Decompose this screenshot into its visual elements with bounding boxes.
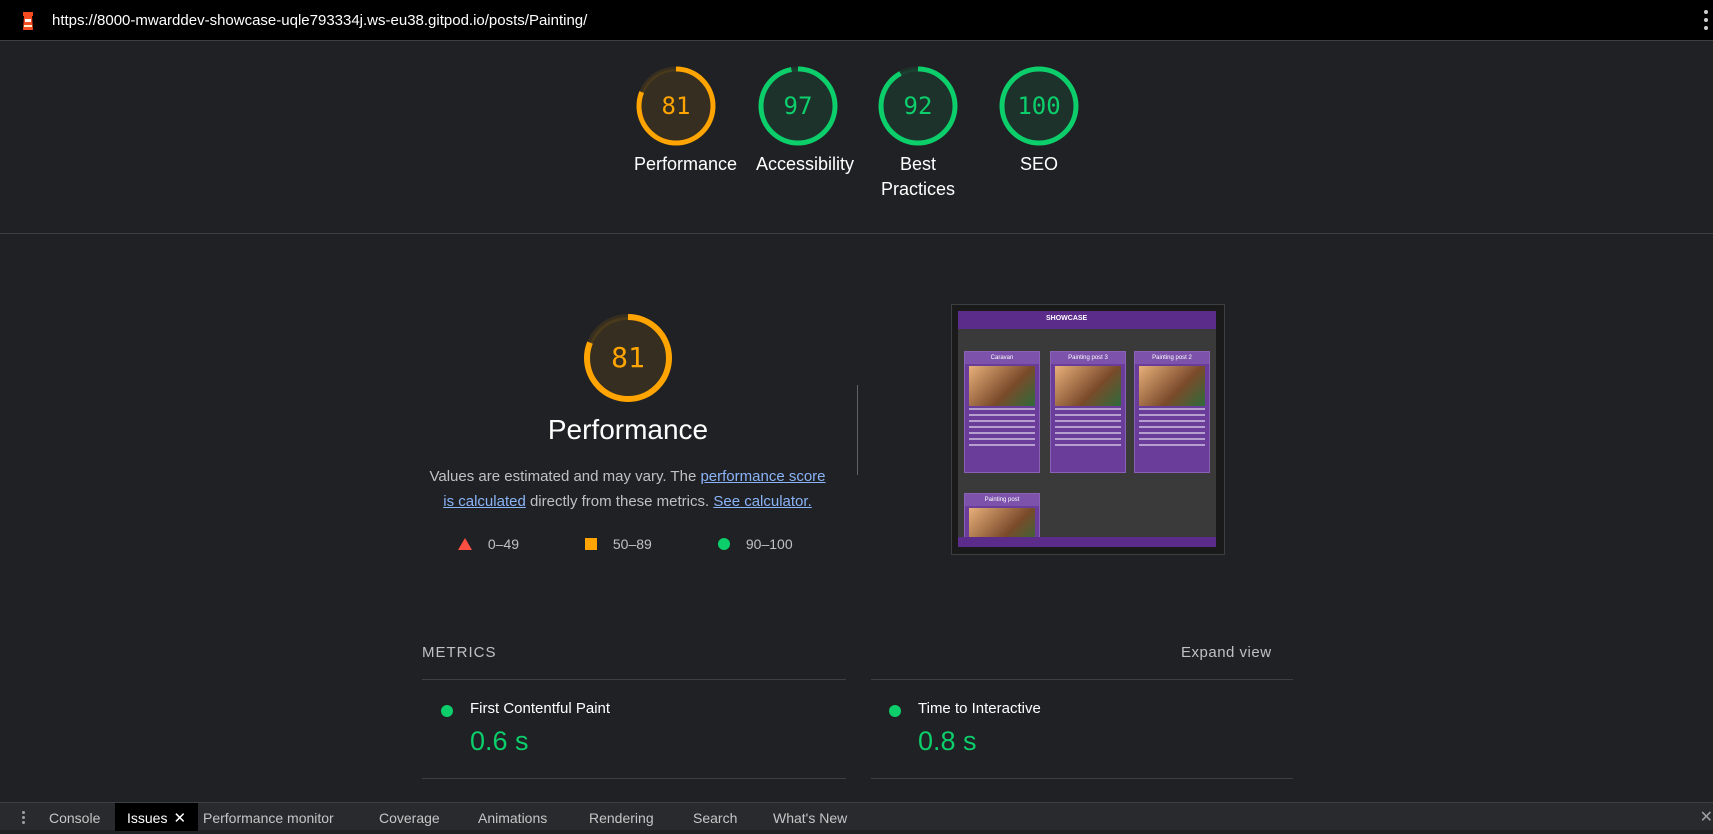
vertical-divider — [857, 385, 858, 475]
url-bar: https://8000-mwarddev-showcase-uqle79333… — [0, 0, 1713, 41]
tab-rendering[interactable]: Rendering — [589, 803, 654, 831]
thumb-brand: SHOWCASE — [1046, 315, 1088, 322]
performance-title: Performance — [547, 414, 709, 445]
close-drawer-icon[interactable]: ✕ — [1700, 807, 1713, 827]
thumb-card: Caravan — [964, 351, 1040, 473]
metric-divider — [871, 778, 1293, 779]
gauge-seo[interactable]: 100 SEO — [997, 66, 1081, 177]
thumb-card-text — [1139, 408, 1205, 448]
thumb-card-image — [1055, 366, 1121, 406]
gauge-label: SEO — [1019, 154, 1058, 174]
legend-range: 0–49 — [487, 536, 520, 552]
tab-console[interactable]: Console — [49, 803, 100, 831]
gauge-label: Accessibility — [756, 154, 855, 174]
legend-range: 50–89 — [612, 536, 652, 552]
gauge-score: 81 — [662, 92, 691, 120]
screenshot-content: SHOWCASE Caravan Painting post 3 Paintin… — [958, 311, 1216, 547]
gauge-best-practices[interactable]: 92 Best Practices — [876, 66, 960, 202]
pass-circle-icon — [441, 705, 453, 717]
gauge-ring: 97 — [758, 66, 838, 146]
tab-search[interactable]: Search — [693, 803, 737, 831]
gauge-score: 92 — [904, 92, 933, 120]
tab-coverage[interactable]: Coverage — [379, 803, 440, 831]
devtools-drawer: Console Issues ✕ Performance monitor Cove… — [0, 802, 1713, 831]
tab-issues[interactable]: Issues ✕ — [115, 803, 199, 831]
thumb-card-text — [1055, 408, 1121, 448]
gauge-label: Best Practices — [880, 154, 956, 199]
description-text: directly from these metrics. — [525, 493, 714, 510]
legend-range: 90–100 — [745, 536, 793, 552]
thumb-card-title: Painting post 2 — [1135, 352, 1209, 364]
lighthouse-icon — [23, 12, 33, 30]
gauge-score: 100 — [1017, 92, 1060, 120]
gauge-accessibility[interactable]: 97 Accessibility — [756, 66, 855, 177]
gauge-ring: 81 — [636, 66, 716, 146]
header-divider — [0, 233, 1713, 234]
performance-description: Values are estimated and may vary. The p… — [425, 464, 830, 514]
performance-score: 81 — [611, 341, 645, 374]
tab-performance-monitor[interactable]: Performance monitor — [203, 803, 334, 831]
legend-average: 50–89 — [585, 536, 652, 552]
triangle-icon — [458, 538, 472, 550]
expand-view-button[interactable]: Expand view — [1181, 644, 1272, 661]
metric-divider — [422, 778, 846, 779]
gauge-ring: 100 — [999, 66, 1079, 146]
thumb-card-title: Painting post 3 — [1051, 352, 1125, 364]
performance-gauge: 81 — [584, 314, 672, 402]
description-text: Values are estimated and may vary. The — [429, 468, 701, 485]
pass-circle-icon — [889, 705, 901, 717]
page-url[interactable]: https://8000-mwarddev-showcase-uqle79333… — [52, 12, 587, 29]
thumb-card: Painting post 2 — [1134, 351, 1210, 473]
thumb-footer — [958, 537, 1216, 547]
metric-name: First Contentful Paint — [470, 700, 611, 717]
thumb-navbar: SHOWCASE — [958, 311, 1216, 329]
close-icon[interactable]: ✕ — [173, 810, 186, 827]
legend-pass: 90–100 — [718, 536, 793, 552]
thumb-card-image — [969, 366, 1035, 406]
square-icon — [585, 538, 597, 550]
metric-divider — [422, 679, 846, 680]
legend-fail: 0–49 — [458, 536, 519, 552]
gauge-ring: 92 — [878, 66, 958, 146]
see-calculator-link[interactable]: See calculator. — [713, 493, 811, 510]
tab-animations[interactable]: Animations — [478, 803, 547, 831]
circle-icon — [718, 538, 730, 550]
tab-issues-label: Issues — [127, 810, 168, 826]
metric-divider — [871, 679, 1293, 680]
gauge-score: 97 — [784, 92, 813, 120]
thumb-card-text — [969, 408, 1035, 448]
metric-value: 0.6 s — [470, 726, 529, 756]
metric-value: 0.8 s — [918, 726, 977, 756]
gauge-performance[interactable]: 81 Performance — [634, 66, 738, 177]
drawer-menu-icon[interactable] — [22, 811, 26, 825]
gauge-label: Performance — [634, 154, 738, 174]
thumb-card-title: Painting post — [965, 494, 1039, 506]
tab-whats-new[interactable]: What's New — [773, 803, 847, 831]
thumb-card-image — [1139, 366, 1205, 406]
metrics-heading: METRICS — [422, 644, 497, 661]
thumb-card-title: Caravan — [965, 352, 1039, 364]
metric-name: Time to Interactive — [918, 700, 1041, 717]
final-screenshot[interactable]: SHOWCASE Caravan Painting post 3 Paintin… — [951, 304, 1225, 555]
thumb-card: Painting post 3 — [1050, 351, 1126, 473]
more-options-icon[interactable] — [1703, 10, 1709, 32]
